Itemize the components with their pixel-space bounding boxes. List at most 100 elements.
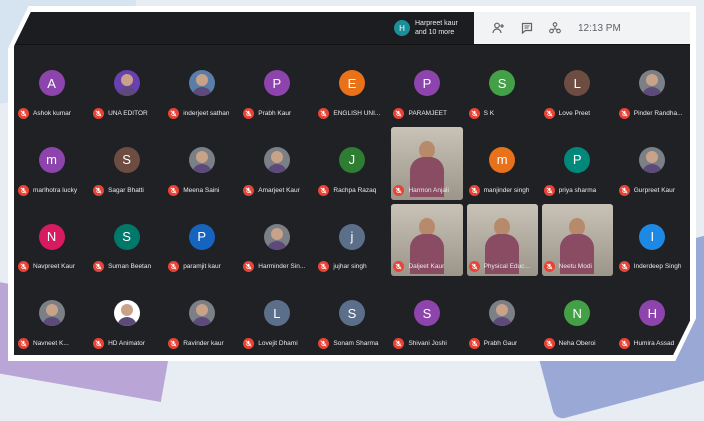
participant-tile[interactable]: E ENGLISH UNI... [314, 48, 389, 125]
participant-nameplate: Amarjeet Kaur [243, 184, 300, 196]
presenter-indicator[interactable]: H Harpreet kaur and 10 more [394, 17, 473, 39]
participant-nameplate: Humira Assad [618, 338, 674, 349]
participant-tile[interactable]: Pparamjit kaur [164, 202, 239, 279]
participant-avatar: N [38, 223, 65, 250]
participant-nameplate: marlhotra lucky [18, 184, 77, 196]
activities-icon[interactable] [548, 21, 562, 35]
participant-name: Harmon Anjali [408, 186, 449, 194]
participant-name: paramjit kaur [183, 263, 221, 271]
participant-nameplate: Sagar Bhatti [93, 184, 144, 196]
participant-tile[interactable]: Amarjeet Kaur [239, 125, 314, 202]
people-icon[interactable] [492, 21, 506, 35]
participant-avatar: A [38, 70, 65, 96]
mic-off-icon [468, 261, 480, 273]
participant-avatar: S [489, 70, 516, 96]
mic-off-icon [168, 107, 180, 119]
mic-off-icon [393, 338, 405, 349]
mic-off-icon [93, 261, 105, 273]
participant-tile[interactable]: H Humira Assad [615, 278, 690, 355]
participant-tile[interactable]: J Rachpa Razaq [314, 125, 389, 202]
participant-tile[interactable]: Daljeet Kaur [389, 202, 464, 279]
participant-name: jujhar singh [333, 263, 367, 271]
mic-off-icon [243, 107, 255, 119]
participant-tile[interactable]: HD Animator [89, 278, 164, 355]
participant-name: Physical Educ... [483, 263, 530, 271]
participant-tile[interactable]: Navneet K... [14, 278, 89, 355]
participant-name: Neha Oberoi [558, 340, 596, 347]
participant-avatar [113, 300, 140, 327]
participant-tile[interactable]: S Suman Beetan [89, 202, 164, 279]
participant-tile[interactable]: A Ashok kumar [14, 48, 89, 125]
participant-name: HD Animator [108, 340, 145, 347]
participant-name: Sagar Bhatti [108, 186, 144, 194]
presenter-name: Harpreet kaur [415, 20, 458, 27]
participant-avatar [263, 223, 290, 250]
participant-tile[interactable]: P Prabh Kaur [239, 48, 314, 125]
participant-avatar: N [564, 300, 591, 327]
participant-name: inderjeet sathan [183, 109, 230, 117]
participant-nameplate: UNA EDITOR [93, 107, 148, 119]
participant-nameplate: Prabh Gaur [468, 338, 517, 349]
mic-off-icon [618, 184, 630, 196]
participant-nameplate: Lovejit Dhami [243, 338, 298, 349]
participant-tile[interactable]: L Lovejit Dhami [239, 278, 314, 355]
participant-tile[interactable]: inderjeet sathan [164, 48, 239, 125]
participant-tile[interactable]: Gurpreet Kaur [615, 125, 690, 202]
participant-tile[interactable]: Meena Saini [164, 125, 239, 202]
participant-name: Prabh Kaur [258, 109, 292, 117]
presenter-more: and 10 more [415, 29, 455, 36]
participant-tile[interactable]: Harminder Sin... [239, 202, 314, 279]
participant-nameplate: manjinder singh [468, 184, 529, 196]
participant-tile[interactable]: S Sagar Bhatti [89, 125, 164, 202]
participant-tile[interactable]: S Sonam Sharma [314, 278, 389, 355]
participant-nameplate: Shivani Joshi [393, 338, 447, 349]
participant-nameplate: Navneet K... [18, 338, 69, 349]
participant-tile[interactable]: S Shivani Joshi [389, 278, 464, 355]
mic-off-icon [93, 338, 105, 349]
participant-nameplate: Sonam Sharma [318, 338, 379, 349]
participant-tile[interactable]: j jujhar singh [314, 202, 389, 279]
participant-name: Navneet K... [33, 340, 69, 347]
participant-tile[interactable]: Ppriya sharma [540, 125, 615, 202]
participant-tile[interactable]: Prabh Gaur [465, 278, 540, 355]
participant-avatar: S [113, 146, 140, 173]
participant-tile[interactable]: Neetu Modi [540, 202, 615, 279]
participant-tile[interactable]: L Love Preet [540, 48, 615, 125]
participant-name: Pinder Randha... [633, 109, 683, 117]
chat-icon[interactable] [520, 21, 534, 35]
mic-off-icon [18, 338, 29, 349]
participant-tile[interactable]: S S K [465, 48, 540, 125]
participant-tile[interactable]: m manjinder singh [465, 125, 540, 202]
participant-tile[interactable]: Harmon Anjali [389, 125, 464, 202]
participant-name: PARAMJEET [408, 109, 447, 117]
participant-nameplate: Pinder Randha... [618, 107, 683, 119]
participant-tile[interactable]: Pinder Randha... [615, 48, 690, 125]
participant-nameplate: paramjit kaur [168, 261, 221, 273]
participant-name: priya sharma [558, 186, 597, 194]
participant-tile[interactable]: P PARAMJEET [389, 48, 464, 125]
participant-nameplate: Harminder Sin... [243, 261, 306, 273]
mic-off-icon [318, 338, 330, 349]
mic-off-icon [468, 107, 480, 119]
participant-nameplate: Love Preet [543, 107, 590, 119]
participant-tile[interactable]: I Inderdeep Singh [615, 202, 690, 279]
participant-nameplate: Meena Saini [168, 184, 219, 196]
participant-tile[interactable]: Physical Educ... [465, 202, 540, 279]
participant-nameplate: Ashok kumar [18, 107, 71, 119]
participant-tile[interactable]: Ravinder kaur [164, 278, 239, 355]
participant-tile[interactable]: N Neha Oberoi [540, 278, 615, 355]
participant-avatar: P [564, 146, 591, 173]
presenter-label: Harpreet kaur and 10 more [415, 19, 473, 37]
participant-tile[interactable]: UNA EDITOR [89, 48, 164, 125]
participant-nameplate: Physical Educ... [468, 261, 530, 273]
mic-off-icon [168, 261, 180, 273]
participant-tile[interactable]: N Navpreet Kaur [14, 202, 89, 279]
participant-name: Ashok kumar [33, 109, 71, 117]
mic-off-icon [468, 184, 480, 196]
mic-off-icon [18, 261, 29, 273]
participant-name: ENGLISH UNI... [333, 109, 381, 117]
mic-off-icon [18, 107, 29, 119]
participant-name: Harminder Sin... [258, 263, 306, 271]
participant-tile[interactable]: m marlhotra lucky [14, 125, 89, 202]
participant-avatar [489, 300, 516, 327]
